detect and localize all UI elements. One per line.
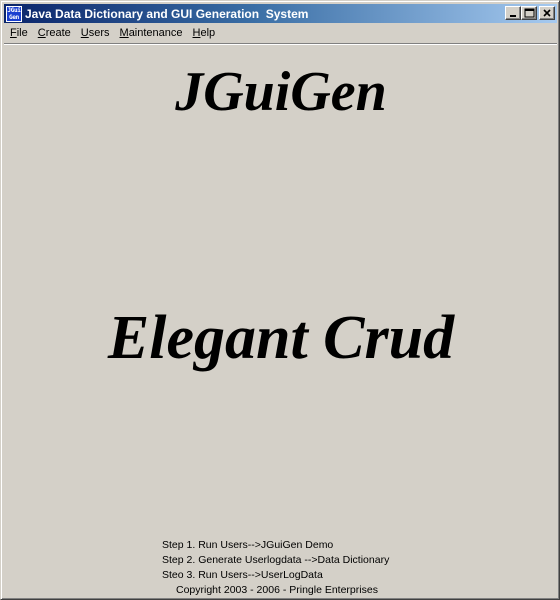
menu-bar: File Create Users Maintenance Help	[4, 24, 557, 43]
menu-file[interactable]: File	[4, 25, 33, 42]
instruction-step-1: Step 1. Run Users-->JGuiGen Demo	[162, 539, 334, 551]
copyright-notice: Copyright 2003 - 2006 - Pringle Enterpri…	[176, 584, 378, 596]
menu-create[interactable]: Create	[33, 25, 76, 42]
menu-users-mnemonic: U	[80, 27, 89, 39]
app-icon-line-1: JGui	[7, 6, 21, 14]
maximize-icon	[524, 8, 535, 18]
close-icon	[543, 9, 551, 17]
app-icon[interactable]: JGui Gen	[6, 5, 22, 22]
menu-create-label: reate	[45, 27, 71, 39]
menu-users[interactable]: Users	[76, 25, 115, 42]
menu-create-mnemonic: C	[37, 27, 46, 39]
main-window: JGui Gen Java Data Dictionary and GUI Ge…	[0, 0, 560, 600]
maximize-button[interactable]	[521, 6, 537, 20]
minimize-button[interactable]	[505, 6, 521, 20]
menu-file-label: ile	[16, 27, 28, 39]
menu-separator	[4, 43, 557, 45]
app-icon-line-2: Gen	[9, 13, 19, 21]
close-button[interactable]	[539, 6, 555, 20]
minimize-icon	[510, 15, 516, 17]
window-title: Java Data Dictionary and GUI Generation …	[25, 6, 309, 21]
window-controls	[505, 6, 555, 20]
instructions: Step 1. Run Users-->JGuiGen Demo Step 2.…	[162, 538, 502, 583]
menu-users-label: sers	[88, 27, 110, 39]
instruction-step-3: Steo 3. Run Users-->UserLogData	[162, 569, 323, 581]
instruction-step-2: Step 2. Generate Userlogdata -->Data Dic…	[162, 554, 390, 566]
menu-help[interactable]: Help	[188, 25, 221, 42]
menu-maintenance-mnemonic: M	[119, 27, 129, 39]
menu-maintenance-label: aintenance	[128, 27, 183, 39]
menu-help-label: elp	[200, 27, 216, 39]
menu-maintenance[interactable]: Maintenance	[115, 25, 188, 42]
app-title: JGuiGen	[175, 61, 387, 123]
menu-file-mnemonic: F	[10, 27, 17, 39]
title-bar[interactable]: JGui Gen Java Data Dictionary and GUI Ge…	[4, 4, 557, 23]
app-subtitle: Elegant Crud	[107, 304, 455, 372]
